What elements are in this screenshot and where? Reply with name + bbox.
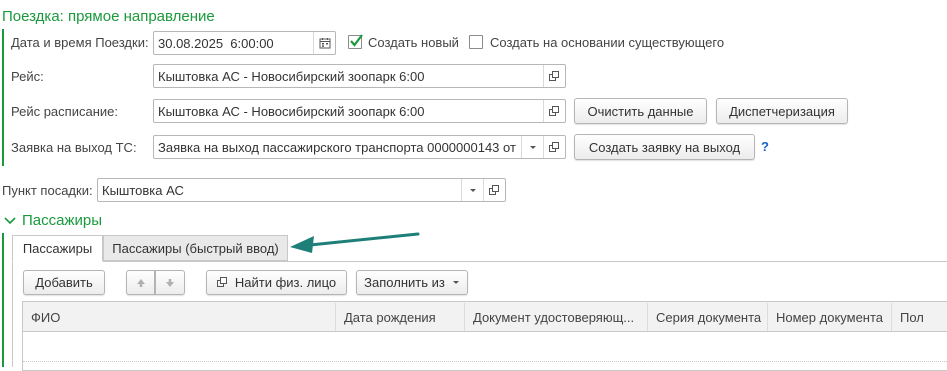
open-form-icon[interactable] xyxy=(543,100,565,122)
annotation-arrow xyxy=(290,232,420,253)
passengers-section-bar xyxy=(2,233,4,367)
date-value: 30.08.2025 6:00:00 xyxy=(158,35,274,51)
schedule-value: Кыштовка АС - Новосибирский зоопарк 6:00 xyxy=(158,103,425,119)
boarding-field[interactable]: Кыштовка АС xyxy=(97,178,506,202)
schedule-label: Рейс расписание: xyxy=(11,104,118,119)
open-form-icon[interactable] xyxy=(543,136,565,158)
column-header-birth-date[interactable]: Дата рождения xyxy=(336,303,465,331)
calendar-icon[interactable] xyxy=(313,32,335,54)
column-header-doc-number[interactable]: Номер документа xyxy=(768,303,892,331)
table-header: ФИО Дата рождения Документ удостоверяющ.… xyxy=(23,302,947,332)
create-request-button[interactable]: Создать заявку на выход xyxy=(574,134,755,160)
column-header-doc-series[interactable]: Серия документа xyxy=(648,303,768,331)
help-link[interactable]: ? xyxy=(761,139,769,154)
create-based-checkbox[interactable] xyxy=(469,35,483,49)
request-label: Заявка на выход ТС: xyxy=(11,140,137,155)
find-person-label: Найти физ. лицо xyxy=(234,275,337,290)
create-new-checkbox[interactable] xyxy=(348,34,363,49)
dropdown-arrow-icon[interactable] xyxy=(521,136,543,158)
tab-passengers-quick-label: Пассажиры (быстрый ввод) xyxy=(112,240,279,256)
schedule-field[interactable]: Кыштовка АС - Новосибирский зоопарк 6:00 xyxy=(153,99,566,123)
table-row[interactable] xyxy=(23,333,947,362)
chevron-down-icon[interactable] xyxy=(4,214,16,229)
tab-passengers[interactable]: Пассажиры xyxy=(12,235,103,262)
tab-strip-line xyxy=(12,261,947,262)
arrow-down-icon xyxy=(166,278,174,287)
route-label: Рейс: xyxy=(11,69,44,84)
create-based-label[interactable]: Создать на основании существующего xyxy=(490,35,724,50)
checkmark-icon xyxy=(350,34,363,47)
open-form-icon xyxy=(216,277,227,287)
tab-passengers-quick[interactable]: Пассажиры (быстрый ввод) xyxy=(103,235,288,261)
passengers-table: ФИО Дата рождения Документ удостоверяющ.… xyxy=(22,301,947,371)
passengers-section-title[interactable]: Пассажиры xyxy=(22,212,102,229)
trip-section-title: Поездка: прямое направление xyxy=(2,8,215,25)
route-value: Кыштовка АС - Новосибирский зоопарк 6:00 xyxy=(158,68,425,84)
fill-from-label: Заполнить из xyxy=(364,275,445,290)
date-field[interactable]: 30.08.2025 6:00:00 xyxy=(153,31,336,55)
open-form-icon[interactable] xyxy=(543,65,565,87)
request-field[interactable]: Заявка на выход пассажирского транспорта… xyxy=(153,135,566,159)
boarding-value: Кыштовка АС xyxy=(102,182,184,198)
clear-data-button[interactable]: Очистить данные xyxy=(574,98,707,124)
route-field[interactable]: Кыштовка АС - Новосибирский зоопарк 6:00 xyxy=(153,64,566,88)
fill-from-button[interactable]: Заполнить из xyxy=(356,270,468,295)
dropdown-arrow-icon[interactable] xyxy=(461,179,483,201)
tab-panel-left-border xyxy=(12,261,13,367)
column-header-fio[interactable]: ФИО xyxy=(23,303,336,331)
add-button[interactable]: Добавить xyxy=(23,270,105,295)
move-up-button[interactable] xyxy=(126,270,155,295)
move-down-button[interactable] xyxy=(155,270,185,295)
column-header-id-document[interactable]: Документ удостоверяющ... xyxy=(465,303,648,331)
tab-passengers-label: Пассажиры xyxy=(22,241,93,256)
trip-section-bar xyxy=(2,29,4,166)
find-person-button[interactable]: Найти физ. лицо xyxy=(206,270,347,295)
dropdown-arrow-icon xyxy=(452,281,459,284)
column-header-gender[interactable]: Пол xyxy=(892,303,947,331)
open-form-icon[interactable] xyxy=(483,179,505,201)
arrow-up-icon xyxy=(136,278,145,287)
date-label: Дата и время Поездки: xyxy=(11,35,149,50)
dispatch-button[interactable]: Диспетчеризация xyxy=(716,98,848,124)
create-new-label[interactable]: Создать новый xyxy=(368,35,459,50)
boarding-label: Пункт посадки: xyxy=(2,183,93,198)
request-value: Заявка на выход пассажирского транспорта… xyxy=(158,139,516,155)
